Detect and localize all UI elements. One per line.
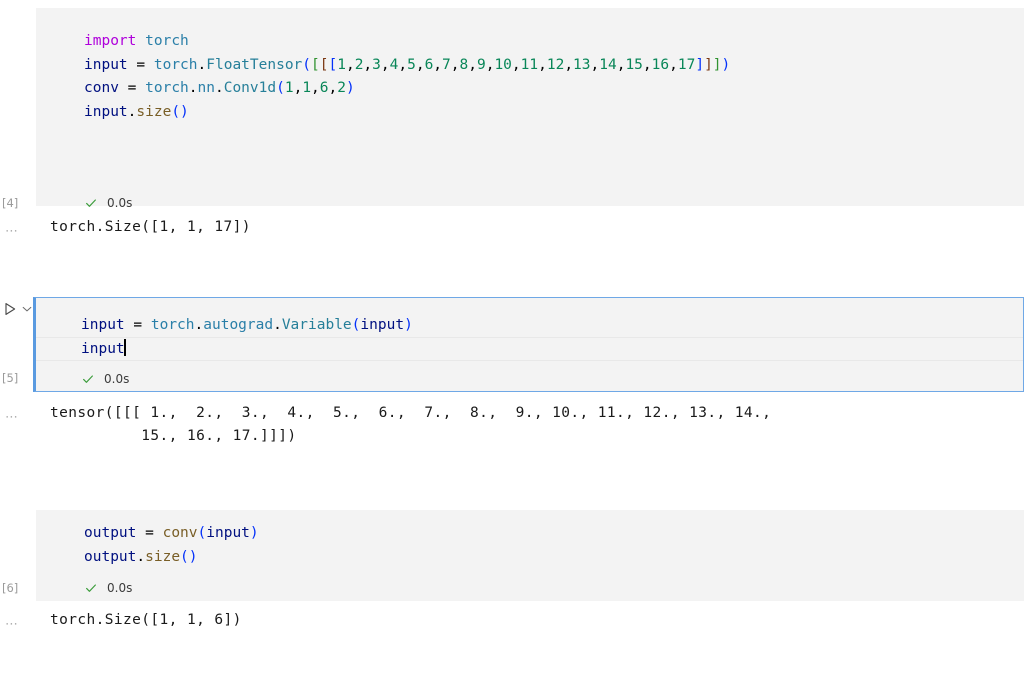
cell-output-line: 15., 16., 17.]]]) — [50, 428, 297, 444]
execution-count-label: [5] — [2, 371, 18, 385]
cell-gutter: [4] — [0, 8, 36, 206]
cell-source-code[interactable]: import torch input = torch.FloatTensor([… — [84, 30, 730, 124]
cell-output-region: ⋯ torch.Size([1, 1, 17]) — [0, 216, 1024, 256]
cell-elapsed-time: 0.0s — [107, 196, 132, 210]
cell-output-text: tensor([[[ 1., 2., 3., 4., 5., 6., 7., 8… — [50, 402, 771, 448]
cell-gutter: [6] — [0, 510, 36, 601]
output-overflow-icon[interactable]: ⋯ — [5, 225, 20, 238]
cell-status-bar: 0.0s — [84, 579, 132, 597]
cell-source-code[interactable]: output = conv(input) output.size() — [84, 522, 259, 569]
play-icon[interactable] — [2, 301, 18, 317]
cell-elapsed-time: 0.0s — [107, 581, 132, 595]
notebook-cell[interactable]: [5] input = torch.autograd.Variable(inpu… — [0, 297, 1024, 392]
notebook-editor[interactable]: [4] import torch input = torch.FloatTens… — [0, 0, 1024, 690]
cell-output-region: ⋯ tensor([[[ 1., 2., 3., 4., 5., 6., 7.,… — [0, 402, 1024, 462]
execution-count-label: [6] — [2, 581, 18, 595]
check-icon — [84, 196, 98, 210]
execution-count-label: [4] — [2, 196, 18, 210]
cell-source-code[interactable]: input = torch.autograd.Variable(input) i… — [81, 314, 413, 361]
text-cursor — [124, 339, 126, 356]
chevron-down-icon[interactable] — [20, 302, 34, 316]
cell-output-line: tensor([[[ 1., 2., 3., 4., 5., 6., 7., 8… — [50, 405, 771, 421]
output-overflow-icon[interactable]: ⋯ — [5, 618, 20, 631]
notebook-cell[interactable]: [4] import torch input = torch.FloatTens… — [0, 8, 1024, 206]
cell-status-bar: 0.0s — [81, 370, 129, 388]
cell-editor-container[interactable]: output = conv(input) output.size() 0.0s — [36, 510, 1024, 601]
notebook-cell[interactable]: [6] output = conv(input) output.size() 0… — [0, 510, 1024, 601]
cell-output-text: torch.Size([1, 1, 6]) — [50, 609, 242, 632]
cell-gutter: [5] — [0, 297, 36, 392]
output-overflow-icon[interactable]: ⋯ — [5, 411, 20, 424]
cell-elapsed-time: 0.0s — [104, 372, 129, 386]
cell-editor-container[interactable]: input = torch.autograd.Variable(input) i… — [33, 297, 1024, 392]
cell-editor-container[interactable]: import torch input = torch.FloatTensor([… — [36, 8, 1024, 206]
cell-output-text: torch.Size([1, 1, 17]) — [50, 216, 251, 239]
cell-output-region: ⋯ torch.Size([1, 1, 6]) — [0, 609, 1024, 649]
check-icon — [81, 372, 95, 386]
check-icon — [84, 581, 98, 595]
cell-status-bar: 0.0s — [84, 194, 132, 212]
